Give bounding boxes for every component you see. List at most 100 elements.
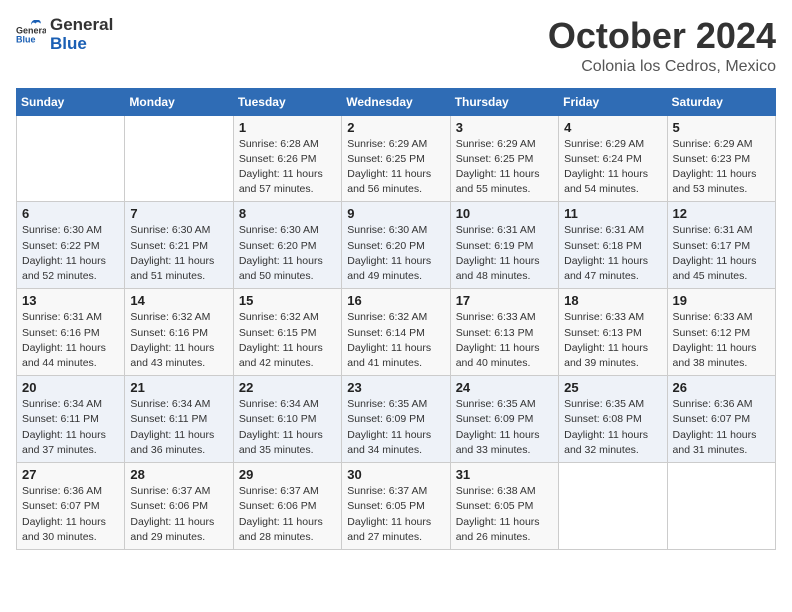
sunset-text: Sunset: 6:16 PM [22, 326, 119, 341]
day-info: Sunrise: 6:36 AMSunset: 6:07 PMDaylight:… [673, 397, 770, 458]
day-number: 24 [456, 380, 553, 395]
day-number: 12 [673, 206, 770, 221]
daylight-text: Daylight: 11 hours and 56 minutes. [347, 167, 444, 197]
sunset-text: Sunset: 6:19 PM [456, 239, 553, 254]
calendar-cell: 31 Sunrise: 6:38 AMSunset: 6:05 PMDayligh… [450, 463, 558, 550]
sunrise-text: Sunrise: 6:37 AM [239, 484, 336, 499]
day-number: 11 [564, 206, 661, 221]
sunset-text: Sunset: 6:06 PM [130, 499, 227, 514]
day-info: Sunrise: 6:35 AMSunset: 6:08 PMDaylight:… [564, 397, 661, 458]
sunrise-text: Sunrise: 6:29 AM [673, 137, 770, 152]
sunrise-text: Sunrise: 6:32 AM [347, 310, 444, 325]
daylight-text: Daylight: 11 hours and 26 minutes. [456, 515, 553, 545]
sunset-text: Sunset: 6:17 PM [673, 239, 770, 254]
daylight-text: Daylight: 11 hours and 37 minutes. [22, 428, 119, 458]
weekday-header-monday: Monday [125, 88, 233, 115]
daylight-text: Daylight: 11 hours and 28 minutes. [239, 515, 336, 545]
daylight-text: Daylight: 11 hours and 45 minutes. [673, 254, 770, 284]
sunrise-text: Sunrise: 6:36 AM [22, 484, 119, 499]
calendar-cell: 15Sunrise: 6:32 AMSunset: 6:15 PMDayligh… [233, 289, 341, 376]
day-number: 18 [564, 293, 661, 308]
day-info: Sunrise: 6:28 AMSunset: 6:26 PMDaylight:… [239, 137, 336, 198]
calendar-cell: 22 Sunrise: 6:34 AMSunset: 6:10 PMDayligh… [233, 376, 341, 463]
calendar-cell: 18 Sunrise: 6:33 AMSunset: 6:13 PMDayligh… [559, 289, 667, 376]
day-number: 9 [347, 206, 444, 221]
day-number: 7 [130, 206, 227, 221]
sunrise-text: Sunrise: 6:35 AM [564, 397, 661, 412]
day-number: 25 [564, 380, 661, 395]
day-number: 31 [456, 467, 553, 482]
day-info: Sunrise: 6:37 AMSunset: 6:06 PMDaylight:… [130, 484, 227, 545]
calendar-cell: 11Sunrise: 6:31 AMSunset: 6:18 PMDayligh… [559, 202, 667, 289]
calendar-cell: 24Sunrise: 6:35 AMSunset: 6:09 PMDayligh… [450, 376, 558, 463]
month-year: October 2024 [548, 16, 776, 56]
day-info: Sunrise: 6:31 AMSunset: 6:19 PMDaylight:… [456, 223, 553, 284]
sunrise-text: Sunrise: 6:32 AM [239, 310, 336, 325]
day-number: 1 [239, 120, 336, 135]
day-info: Sunrise: 6:30 AMSunset: 6:20 PMDaylight:… [239, 223, 336, 284]
calendar-cell: 12 Sunrise: 6:31 AMSunset: 6:17 PMDayligh… [667, 202, 775, 289]
calendar-week-5: 27Sunrise: 6:36 AMSunset: 6:07 PMDayligh… [17, 463, 776, 550]
day-info: Sunrise: 6:32 AMSunset: 6:14 PMDaylight:… [347, 310, 444, 371]
day-number: 22 [239, 380, 336, 395]
sunset-text: Sunset: 6:13 PM [564, 326, 661, 341]
day-info: Sunrise: 6:33 AMSunset: 6:13 PMDaylight:… [564, 310, 661, 371]
day-info: Sunrise: 6:30 AMSunset: 6:21 PMDaylight:… [130, 223, 227, 284]
daylight-text: Daylight: 11 hours and 35 minutes. [239, 428, 336, 458]
calendar-cell: 29 Sunrise: 6:37 AMSunset: 6:06 PMDayligh… [233, 463, 341, 550]
day-number: 15 [239, 293, 336, 308]
calendar-week-1: 1 Sunrise: 6:28 AMSunset: 6:26 PMDaylight… [17, 115, 776, 202]
weekday-header-row: SundayMondayTuesdayWednesdayThursdayFrid… [17, 88, 776, 115]
sunset-text: Sunset: 6:08 PM [564, 412, 661, 427]
calendar-cell: 3Sunrise: 6:29 AMSunset: 6:25 PMDaylight… [450, 115, 558, 202]
sunrise-text: Sunrise: 6:29 AM [456, 137, 553, 152]
day-number: 29 [239, 467, 336, 482]
calendar-cell: 19Sunrise: 6:33 AMSunset: 6:12 PMDayligh… [667, 289, 775, 376]
calendar-cell: 5Sunrise: 6:29 AMSunset: 6:23 PMDaylight… [667, 115, 775, 202]
day-number: 6 [22, 206, 119, 221]
day-info: Sunrise: 6:37 AMSunset: 6:06 PMDaylight:… [239, 484, 336, 545]
calendar-cell: 8Sunrise: 6:30 AMSunset: 6:20 PMDaylight… [233, 202, 341, 289]
day-info: Sunrise: 6:37 AMSunset: 6:05 PMDaylight:… [347, 484, 444, 545]
location: Colonia los Cedros, Mexico [548, 58, 776, 76]
sunset-text: Sunset: 6:22 PM [22, 239, 119, 254]
sunset-text: Sunset: 6:18 PM [564, 239, 661, 254]
calendar-week-4: 20Sunrise: 6:34 AMSunset: 6:11 PMDayligh… [17, 376, 776, 463]
sunrise-text: Sunrise: 6:36 AM [673, 397, 770, 412]
daylight-text: Daylight: 11 hours and 48 minutes. [456, 254, 553, 284]
day-info: Sunrise: 6:34 AMSunset: 6:11 PMDaylight:… [130, 397, 227, 458]
day-info: Sunrise: 6:29 AMSunset: 6:23 PMDaylight:… [673, 137, 770, 198]
daylight-text: Daylight: 11 hours and 30 minutes. [22, 515, 119, 545]
sunrise-text: Sunrise: 6:37 AM [347, 484, 444, 499]
day-info: Sunrise: 6:38 AMSunset: 6:05 PMDaylight:… [456, 484, 553, 545]
calendar-cell [667, 463, 775, 550]
day-info: Sunrise: 6:34 AMSunset: 6:10 PMDaylight:… [239, 397, 336, 458]
day-number: 17 [456, 293, 553, 308]
sunset-text: Sunset: 6:07 PM [22, 499, 119, 514]
calendar-cell: 6Sunrise: 6:30 AMSunset: 6:22 PMDaylight… [17, 202, 125, 289]
calendar-cell: 20Sunrise: 6:34 AMSunset: 6:11 PMDayligh… [17, 376, 125, 463]
calendar-cell: 23Sunrise: 6:35 AMSunset: 6:09 PMDayligh… [342, 376, 450, 463]
logo-wordmark: General Blue [50, 16, 113, 53]
sunrise-text: Sunrise: 6:30 AM [347, 223, 444, 238]
calendar-cell: 28Sunrise: 6:37 AMSunset: 6:06 PMDayligh… [125, 463, 233, 550]
calendar: SundayMondayTuesdayWednesdayThursdayFrid… [16, 88, 776, 550]
sunset-text: Sunset: 6:06 PM [239, 499, 336, 514]
calendar-cell: 2Sunrise: 6:29 AMSunset: 6:25 PMDaylight… [342, 115, 450, 202]
calendar-cell: 16Sunrise: 6:32 AMSunset: 6:14 PMDayligh… [342, 289, 450, 376]
sunset-text: Sunset: 6:16 PM [130, 326, 227, 341]
sunset-text: Sunset: 6:20 PM [347, 239, 444, 254]
calendar-cell: 30Sunrise: 6:37 AMSunset: 6:05 PMDayligh… [342, 463, 450, 550]
sunrise-text: Sunrise: 6:31 AM [673, 223, 770, 238]
calendar-cell: 1 Sunrise: 6:28 AMSunset: 6:26 PMDaylight… [233, 115, 341, 202]
sunrise-text: Sunrise: 6:30 AM [130, 223, 227, 238]
daylight-text: Daylight: 11 hours and 29 minutes. [130, 515, 227, 545]
daylight-text: Daylight: 11 hours and 34 minutes. [347, 428, 444, 458]
sunrise-text: Sunrise: 6:35 AM [347, 397, 444, 412]
calendar-cell: 14Sunrise: 6:32 AMSunset: 6:16 PMDayligh… [125, 289, 233, 376]
logo: General Blue General Blue [16, 16, 113, 53]
daylight-text: Daylight: 11 hours and 52 minutes. [22, 254, 119, 284]
sunrise-text: Sunrise: 6:31 AM [456, 223, 553, 238]
sunset-text: Sunset: 6:13 PM [456, 326, 553, 341]
sunrise-text: Sunrise: 6:32 AM [130, 310, 227, 325]
